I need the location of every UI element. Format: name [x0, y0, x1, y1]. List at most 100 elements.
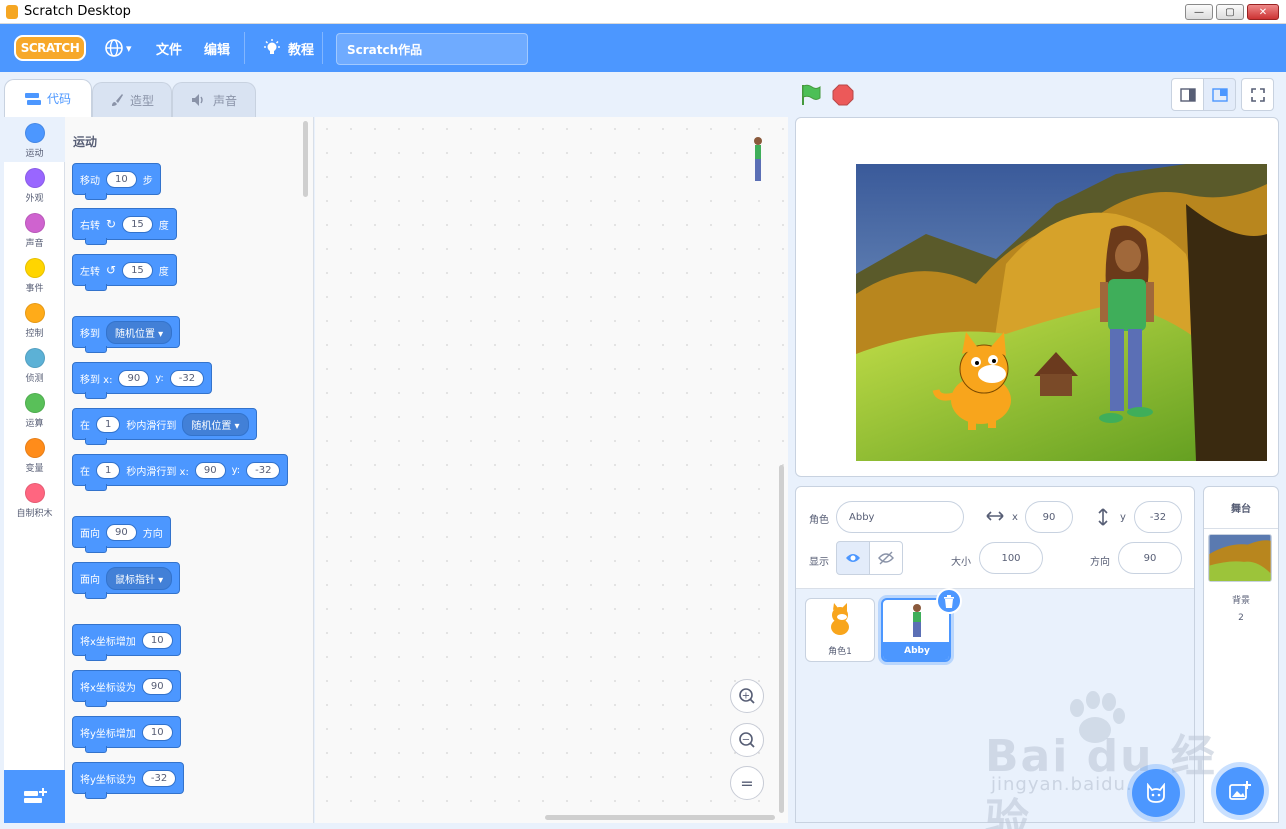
block-change-x[interactable]: 将x坐标增加 10 [72, 624, 181, 661]
add-extension-button[interactable] [4, 770, 65, 823]
block-glide[interactable]: 在 1 秒内滑行到 随机位置 ▾ [72, 408, 257, 445]
category-motion[interactable]: 运动 [4, 117, 65, 162]
block-input[interactable]: 1 [96, 461, 121, 479]
block-input[interactable]: 1 [96, 415, 121, 433]
palette-heading: 运动 [73, 135, 98, 149]
block-point-direction[interactable]: 面向 90 方向 [72, 516, 171, 553]
sprite-thumbnail [806, 599, 874, 641]
sprite-name-input[interactable]: Abby [836, 501, 964, 533]
tab-sounds[interactable]: 声音 [172, 82, 256, 117]
y-input[interactable]: -32 [1134, 501, 1182, 533]
size-input[interactable]: 100 [979, 542, 1043, 574]
edit-menu[interactable]: 编辑 [204, 24, 230, 72]
paintbrush-icon [111, 94, 123, 106]
choose-sprite-button[interactable] [1132, 769, 1180, 817]
file-menu[interactable]: 文件 [156, 24, 182, 72]
category-my-blocks[interactable]: 自制积木 [4, 477, 65, 522]
language-menu[interactable]: ▾ [104, 24, 132, 72]
block-goto[interactable]: 移到 随机位置 ▾ [72, 316, 181, 353]
block-text: 将x坐标设为 [80, 682, 136, 694]
block-input[interactable]: 15 [122, 215, 153, 233]
category-looks[interactable]: 外观 [4, 162, 65, 207]
show-sprite-button[interactable] [836, 541, 870, 575]
dropdown-value: 随机位置 [115, 328, 155, 340]
x-input[interactable]: 90 [1025, 501, 1073, 533]
block-goto-xy[interactable]: 移到 x: 90 y: -32 [72, 362, 213, 399]
block-turn-right[interactable]: 右转 ↻ 15 度 [72, 208, 177, 245]
block-turn-left[interactable]: 左转 ↺ 15 度 [72, 254, 177, 291]
scratch-logo[interactable]: SCRATCH [14, 35, 86, 61]
block-input[interactable]: 90 [194, 461, 226, 479]
minimize-button[interactable]: — [1185, 4, 1213, 20]
block-input[interactable]: 90 [141, 677, 173, 695]
delete-sprite-button[interactable] [936, 588, 962, 614]
block-glide-xy[interactable]: 在 1 秒内滑行到 x: 90 y: -32 [72, 454, 289, 491]
block-input[interactable]: 10 [141, 631, 173, 649]
tab-costumes[interactable]: 造型 [92, 82, 172, 117]
category-sound[interactable]: 声音 [4, 207, 65, 252]
workspace-vertical-scrollbar[interactable] [779, 465, 784, 813]
block-set-y[interactable]: 将y坐标设为 -32 [72, 762, 185, 799]
minimize-icon: — [1194, 6, 1204, 18]
tutorials-menu[interactable]: 教程 [262, 24, 314, 72]
category-sensing[interactable]: 侦测 [4, 342, 65, 387]
close-window-button[interactable]: ✕ [1247, 4, 1279, 20]
block-input[interactable]: 15 [122, 261, 153, 279]
project-title-input[interactable]: Scratch作品 [336, 33, 528, 65]
sprite-name: 角色1 [828, 647, 852, 657]
sprite-pane: 角色 Abby x 90 y -32 显示 大小 100 方向 90 角色1 A… [795, 486, 1195, 823]
trash-icon [944, 594, 954, 608]
block-input[interactable]: 10 [141, 723, 173, 741]
block-input[interactable]: -32 [169, 369, 205, 387]
sprite-tile[interactable]: 角色1 [805, 598, 875, 662]
block-dropdown[interactable]: 随机位置 ▾ [106, 320, 173, 344]
choose-backdrop-button[interactable] [1216, 767, 1264, 815]
block-input[interactable]: 10 [106, 170, 137, 188]
window-title: Scratch Desktop [24, 4, 131, 19]
category-dot [24, 483, 45, 503]
block-input[interactable]: -32 [246, 461, 281, 479]
block-dropdown[interactable]: 随机位置 ▾ [182, 412, 249, 436]
add-extension-icon [23, 787, 47, 803]
large-stage-button[interactable] [1203, 78, 1236, 111]
tab-code[interactable]: 代码 [4, 79, 92, 117]
fullscreen-button[interactable] [1241, 78, 1274, 111]
small-stage-button[interactable] [1171, 78, 1204, 111]
zoom-out-button[interactable]: − [730, 723, 764, 757]
workspace-horizontal-scrollbar[interactable] [545, 815, 775, 820]
category-operators[interactable]: 运算 [4, 387, 65, 432]
tab-costumes-label: 造型 [129, 93, 154, 108]
dropdown-value: 随机位置 [191, 420, 232, 432]
hide-sprite-button[interactable] [869, 541, 903, 575]
block-point-towards[interactable]: 面向 鼠标指针 ▾ [72, 562, 181, 599]
category-control[interactable]: 控制 [4, 297, 65, 342]
cat-face-icon [1147, 783, 1165, 803]
stage[interactable] [795, 117, 1279, 477]
block-input[interactable]: -32 [141, 769, 177, 787]
direction-input[interactable]: 90 [1118, 542, 1182, 574]
stage-canvas[interactable] [856, 164, 1267, 461]
block-text: 面向 [80, 528, 100, 540]
script-workspace[interactable]: + − = [315, 117, 788, 823]
block-text: 将y坐标增加 [80, 728, 136, 740]
palette-scrollbar[interactable] [303, 121, 308, 197]
block-input[interactable]: 90 [118, 369, 150, 387]
zoom-reset-button[interactable]: = [730, 766, 764, 800]
stop-icon[interactable] [832, 84, 854, 106]
category-dot [24, 303, 45, 323]
block-set-x[interactable]: 将x坐标设为 90 [72, 670, 181, 707]
sprite-name-label: 角色 [809, 515, 829, 526]
maximize-button[interactable]: ▢ [1216, 4, 1244, 20]
category-label: 控制 [25, 329, 44, 339]
block-change-y[interactable]: 将y坐标增加 10 [72, 716, 181, 753]
block-move-steps[interactable]: 移动 10 步 [72, 163, 161, 200]
green-flag-icon[interactable] [799, 83, 823, 107]
category-events[interactable]: 事件 [4, 252, 65, 297]
zoom-in-button[interactable]: + [730, 679, 764, 713]
block-input[interactable]: 90 [106, 523, 137, 541]
category-variables[interactable]: 变量 [4, 432, 65, 477]
rotate-left-icon: ↺ [106, 263, 117, 277]
block-dropdown[interactable]: 鼠标指针 ▾ [106, 566, 173, 590]
rotate-right-icon: ↻ [106, 217, 117, 231]
category-dot [24, 213, 45, 233]
